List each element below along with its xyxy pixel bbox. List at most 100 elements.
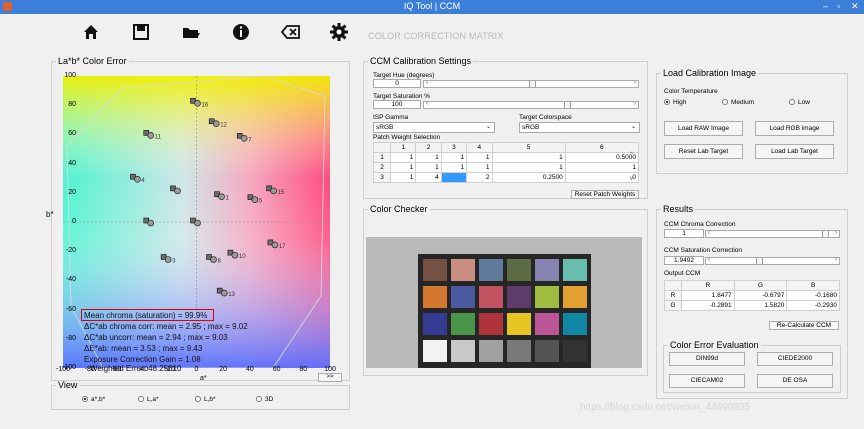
y-tick-label: 40: [68, 159, 76, 167]
ccm-cell: -0.6797: [733, 290, 788, 301]
temp-radio-medium[interactable]: Medium: [722, 99, 754, 106]
target-colorspace-select[interactable]: sRGB ⌄: [519, 122, 640, 133]
load-rgb-image-button[interactable]: Load RGB image: [755, 121, 834, 136]
measured-point: [164, 256, 172, 263]
slider-left-arrow-icon[interactable]: ‹: [426, 101, 428, 107]
din99d-button[interactable]: DIN99d: [669, 352, 745, 366]
weight-cell[interactable]: 1: [389, 172, 417, 183]
ciecam02-button[interactable]: CIECAM02: [669, 374, 745, 388]
measured-point: [194, 219, 201, 227]
checker-patch: [479, 259, 503, 281]
checker-patch: [423, 340, 447, 362]
checker-patch: [507, 313, 531, 335]
gear-icon[interactable]: [329, 22, 349, 42]
minimize-icon[interactable]: –: [823, 1, 828, 11]
weight-cell[interactable]: 1: [564, 162, 640, 173]
slider-thumb[interactable]: [756, 258, 763, 264]
measured-point: [270, 187, 277, 195]
slider-right-arrow-icon[interactable]: ›: [835, 257, 837, 263]
y-tick-label: 80: [68, 101, 76, 109]
weight-cell[interactable]: 1: [389, 152, 417, 163]
recalculate-ccm-button[interactable]: Re-Calculate CCM: [769, 321, 839, 330]
weight-cell[interactable]: 1: [415, 152, 442, 163]
table-row: 3 1 4 4 2 0.2500 0: [373, 172, 640, 183]
backspace-icon[interactable]: [281, 22, 301, 42]
slider-left-arrow-icon[interactable]: ‹: [708, 257, 710, 263]
measured-point: [134, 175, 141, 183]
home-icon[interactable]: [81, 22, 101, 42]
weight-cell[interactable]: 0.2500: [491, 172, 566, 183]
close-icon[interactable]: ✕: [851, 1, 859, 12]
measured-point: [231, 251, 239, 259]
slider-right-arrow-icon[interactable]: ›: [634, 80, 636, 86]
weight-cell[interactable]: 1: [491, 152, 566, 163]
view-radio-la[interactable]: L,a*: [138, 396, 159, 403]
weight-cell[interactable]: 1: [415, 162, 442, 173]
slider-right-arrow-icon[interactable]: ›: [634, 101, 636, 107]
slider-left-arrow-icon[interactable]: ‹: [426, 80, 428, 86]
weight-cell[interactable]: 4: [415, 172, 442, 183]
view-radio-ab[interactable]: a*,b*: [82, 396, 105, 403]
ciede2000-button[interactable]: CIEDE2000: [757, 352, 833, 366]
slider-thumb[interactable]: [529, 81, 536, 87]
radio-icon: [195, 396, 201, 403]
slider-left-arrow-icon[interactable]: ‹: [708, 230, 710, 236]
weight-cell[interactable]: 1: [466, 162, 493, 173]
checker-patch: [451, 259, 475, 281]
weight-cell[interactable]: 1: [466, 152, 493, 163]
ccm-cell: 1.5820: [733, 300, 788, 311]
weight-cell[interactable]: 1: [440, 162, 468, 173]
target-saturation-input[interactable]: 100: [373, 100, 421, 109]
slider-thumb[interactable]: [822, 231, 829, 237]
slider-thumb[interactable]: [564, 102, 571, 108]
load-raw-image-button[interactable]: Load RAW Image: [664, 121, 743, 136]
chroma-correction-slider[interactable]: ‹ ›: [705, 230, 840, 238]
temp-radio-low[interactable]: Low: [789, 99, 810, 106]
y-tick-label: -80: [65, 334, 76, 342]
view-radio-lb[interactable]: L,b*: [195, 396, 216, 403]
measured-point: [210, 256, 217, 263]
save-icon[interactable]: [131, 22, 151, 42]
checker-patch: [451, 340, 475, 362]
chroma-correction-input[interactable]: 1: [664, 229, 704, 238]
weight-cell[interactable]: 2: [466, 172, 493, 183]
column-header: B: [786, 280, 840, 291]
slider-right-arrow-icon[interactable]: ›: [835, 230, 837, 236]
reset-lab-target-button[interactable]: Reset Lab Target: [664, 144, 743, 159]
output-ccm-label: Output CCM: [664, 270, 701, 277]
measured-point: [212, 120, 220, 128]
temp-radio-high[interactable]: High: [664, 99, 686, 106]
color-checker-image: [366, 237, 642, 368]
weight-cell[interactable]: 1: [491, 162, 566, 173]
measured-point: [220, 289, 228, 297]
saturation-correction-slider[interactable]: ‹ ›: [705, 257, 840, 265]
weight-cell[interactable]: 1: [440, 152, 468, 163]
folder-open-icon[interactable]: [181, 22, 201, 42]
checker-patch: [423, 313, 447, 335]
info-icon[interactable]: [231, 22, 251, 42]
saturation-correction-input[interactable]: 1.9492: [664, 256, 704, 265]
title-bar: IQ Tool | CCM – ▫ ✕: [0, 0, 864, 14]
measured-point: [218, 193, 225, 201]
load-lab-target-button[interactable]: Load Lab Target: [755, 144, 834, 159]
view-radio-3d[interactable]: 3D: [256, 396, 273, 403]
table-scroll-down-icon[interactable]: v: [630, 176, 633, 182]
de-osa-button[interactable]: DE OSA: [757, 374, 833, 388]
weight-cell[interactable]: 0: [564, 172, 640, 183]
weight-cell[interactable]: 1: [389, 162, 417, 173]
output-ccm-table: R G B R 1.8477 -0.6797 -0.1680 G -0.2891…: [664, 280, 840, 311]
weight-cell[interactable]: 0.5000: [564, 152, 640, 163]
point-label: 12: [220, 123, 227, 129]
maximize-icon[interactable]: ▫: [837, 1, 840, 11]
table-scroll-up-icon[interactable]: ^: [630, 152, 633, 158]
target-hue-input[interactable]: 0: [373, 79, 421, 88]
target-hue-slider[interactable]: ‹ ›: [423, 80, 639, 88]
column-header: 5: [491, 142, 566, 153]
chroma-uncorr-text: ΔC*ab uncorr: mean = 2.94 ; max = 9.03: [84, 333, 228, 342]
patch-weight-table[interactable]: 1 2 3 4 5 6 1 1 1 1 1 1 0.5000 2 1 1 1 1…: [373, 142, 640, 183]
weight-cell-selected[interactable]: 4: [440, 172, 468, 183]
target-saturation-slider[interactable]: ‹ ›: [423, 101, 639, 109]
isp-gamma-select[interactable]: sRGB ⌄: [373, 122, 495, 133]
weighted-error-text: Weighted Error: 48.25010: [90, 364, 182, 373]
reset-patch-weights-button[interactable]: Reset Patch Weights: [571, 190, 639, 199]
